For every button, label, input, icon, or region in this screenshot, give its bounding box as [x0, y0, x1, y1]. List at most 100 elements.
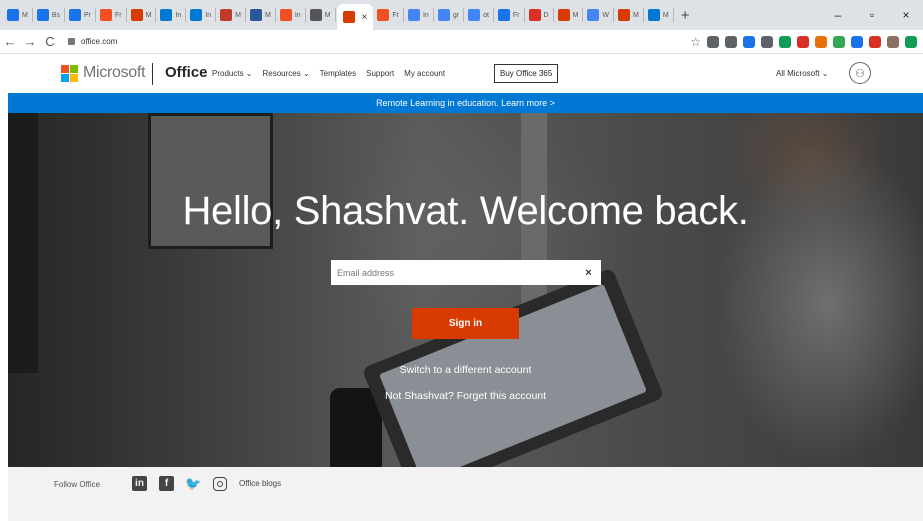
- not-user-link[interactable]: Not Shashvat?: [385, 390, 454, 402]
- tab-title: M: [235, 11, 241, 19]
- tab-after-3[interactable]: ot: [465, 4, 492, 26]
- tab-after-4[interactable]: Fr: [495, 4, 523, 26]
- microsoft-brand[interactable]: Microsoft: [83, 64, 146, 82]
- remote-learning-banner[interactable]: Remote Learning in education. Learn more…: [8, 93, 923, 113]
- tab-separator: [64, 8, 66, 22]
- tab-3[interactable]: Fr: [97, 4, 125, 26]
- tab-title: In: [205, 11, 212, 19]
- extension-icon[interactable]: [725, 36, 737, 48]
- email-field: ×: [331, 260, 601, 285]
- tab-title: ot: [483, 11, 489, 19]
- tab-separator: [334, 8, 336, 22]
- buy-office-button[interactable]: Buy Office 365: [494, 64, 559, 83]
- extension-icon[interactable]: [761, 36, 773, 48]
- tab-title: W: [602, 11, 610, 19]
- tab-title: Fr: [115, 11, 122, 19]
- nav-item-0[interactable]: Products ⌄: [212, 69, 253, 78]
- email-input[interactable]: [331, 260, 576, 285]
- office-blogs-link[interactable]: Office blogs: [239, 479, 281, 488]
- tab-favicon-icon: [528, 9, 541, 21]
- logo-square-blue: [61, 74, 69, 82]
- tab-favicon-icon: [36, 9, 49, 21]
- bookmark-star-icon[interactable]: ☆: [690, 36, 701, 48]
- tab-favicon-icon: [220, 9, 233, 21]
- back-button[interactable]: ←: [0, 34, 20, 49]
- extension-icon[interactable]: [743, 36, 755, 48]
- extension-icon[interactable]: [851, 36, 863, 48]
- tab-10[interactable]: M: [307, 4, 334, 26]
- close-tab-icon[interactable]: ×: [362, 12, 368, 23]
- tab-4[interactable]: M: [128, 4, 155, 26]
- all-microsoft-menu[interactable]: All Microsoft ⌄: [776, 69, 829, 78]
- tab-favicon-icon: [618, 9, 631, 21]
- extension-icon[interactable]: [887, 36, 899, 48]
- extension-icon[interactable]: [869, 36, 881, 48]
- tab-title: D: [543, 11, 549, 19]
- tab-title: In: [294, 11, 301, 19]
- tab-separator: [304, 8, 306, 22]
- twitter-icon[interactable]: 🐦: [185, 476, 201, 491]
- tab-favicon-icon: [497, 9, 510, 21]
- lock-icon: [68, 38, 75, 45]
- tab-after-2[interactable]: gr: [435, 4, 462, 26]
- office-favicon-icon: [342, 11, 355, 23]
- nav-item-2[interactable]: Templates: [320, 69, 356, 78]
- tab-office-active[interactable]: ×: [336, 4, 374, 30]
- nav-item-1[interactable]: Resources ⌄: [263, 69, 310, 78]
- nav-item-4[interactable]: My account: [404, 69, 445, 78]
- maximize-button[interactable]: ▫: [855, 8, 889, 22]
- tab-after-0[interactable]: Fr: [374, 4, 402, 26]
- brand-divider: [152, 63, 153, 85]
- tab-7[interactable]: M: [217, 4, 244, 26]
- extension-icon[interactable]: [815, 36, 827, 48]
- reload-button[interactable]: C: [40, 34, 60, 49]
- extension-icon[interactable]: [707, 36, 719, 48]
- tab-5[interactable]: In: [157, 4, 184, 26]
- tab-title: M: [324, 11, 331, 19]
- tab-favicon-icon: [190, 9, 203, 21]
- nav-item-3[interactable]: Support: [366, 69, 394, 78]
- extension-icon[interactable]: [779, 36, 791, 48]
- facebook-icon[interactable]: f: [159, 476, 174, 491]
- instagram-icon[interactable]: [213, 476, 227, 491]
- browser-tab-strip: M Bs Pr Fr M In In M M In M × Fr In gr ot Fr D M W M M + – …: [0, 0, 923, 30]
- tab-after-6[interactable]: M: [555, 4, 582, 26]
- forward-button[interactable]: →: [20, 34, 40, 49]
- tab-6[interactable]: In: [187, 4, 214, 26]
- tab-title: Bs: [51, 11, 61, 19]
- tab-after-7[interactable]: W: [584, 4, 612, 26]
- tab-2[interactable]: Pr: [66, 4, 94, 26]
- office-product-link[interactable]: Office: [165, 64, 208, 81]
- switch-account-link[interactable]: Switch to a different account: [8, 364, 923, 376]
- tab-9[interactable]: In: [277, 4, 304, 26]
- tab-1[interactable]: Bs: [34, 4, 63, 26]
- clear-input-icon[interactable]: ×: [576, 267, 601, 279]
- tab-title: Fr: [392, 11, 399, 19]
- sign-in-button[interactable]: Sign in: [412, 308, 519, 339]
- tab-separator: [432, 8, 434, 22]
- new-tab-button[interactable]: +: [681, 7, 690, 24]
- linkedin-icon[interactable]: in: [132, 476, 147, 491]
- tab-favicon-icon: [377, 9, 390, 21]
- tab-separator: [95, 8, 97, 22]
- account-avatar-icon[interactable]: ⚇: [849, 62, 871, 84]
- tab-after-5[interactable]: D: [526, 4, 552, 26]
- tab-separator: [215, 8, 217, 22]
- extension-icon[interactable]: [833, 36, 845, 48]
- url-field[interactable]: office.com: [68, 33, 668, 51]
- tab-after-1[interactable]: In: [405, 4, 432, 26]
- extension-icon[interactable]: [905, 36, 917, 48]
- banner-text: Remote Learning in education. Learn more…: [376, 98, 555, 108]
- tab-after-8[interactable]: M: [615, 4, 642, 26]
- tab-8[interactable]: M: [247, 4, 274, 26]
- tab-favicon-icon: [407, 9, 420, 21]
- extension-icon[interactable]: [797, 36, 809, 48]
- forget-account-link[interactable]: Forget this account: [457, 390, 546, 402]
- window-controls: – ▫ ×: [821, 0, 923, 30]
- tab-after-9[interactable]: M: [645, 4, 672, 26]
- microsoft-logo-icon[interactable]: [61, 65, 78, 82]
- close-window-button[interactable]: ×: [889, 8, 923, 22]
- tab-favicon-icon: [468, 9, 481, 21]
- tab-0[interactable]: M: [4, 4, 31, 26]
- minimize-button[interactable]: –: [821, 8, 855, 22]
